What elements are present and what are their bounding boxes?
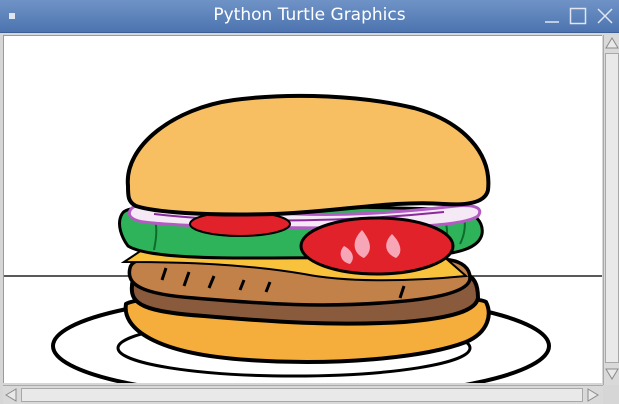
title-bar[interactable]: Python Turtle Graphics	[0, 0, 619, 33]
top-bun	[125, 93, 491, 217]
horizontal-scroll-thumb[interactable]	[21, 388, 583, 402]
arrow-right-icon[interactable]	[586, 388, 600, 402]
maximize-icon[interactable]	[569, 7, 587, 25]
horizontal-scrollbar[interactable]	[3, 385, 603, 404]
window-title: Python Turtle Graphics	[213, 5, 406, 25]
minimize-icon[interactable]	[543, 7, 561, 25]
turtle-canvas[interactable]	[3, 35, 602, 383]
arrow-up-icon[interactable]	[605, 36, 619, 50]
arrow-down-icon[interactable]	[605, 367, 619, 381]
tomato-right	[299, 216, 455, 276]
hamburger-drawing	[4, 93, 602, 383]
close-icon[interactable]	[596, 7, 614, 25]
vertical-scrollbar[interactable]	[603, 35, 619, 385]
arrow-left-icon[interactable]	[4, 388, 18, 402]
vertical-scroll-thumb[interactable]	[605, 53, 619, 363]
